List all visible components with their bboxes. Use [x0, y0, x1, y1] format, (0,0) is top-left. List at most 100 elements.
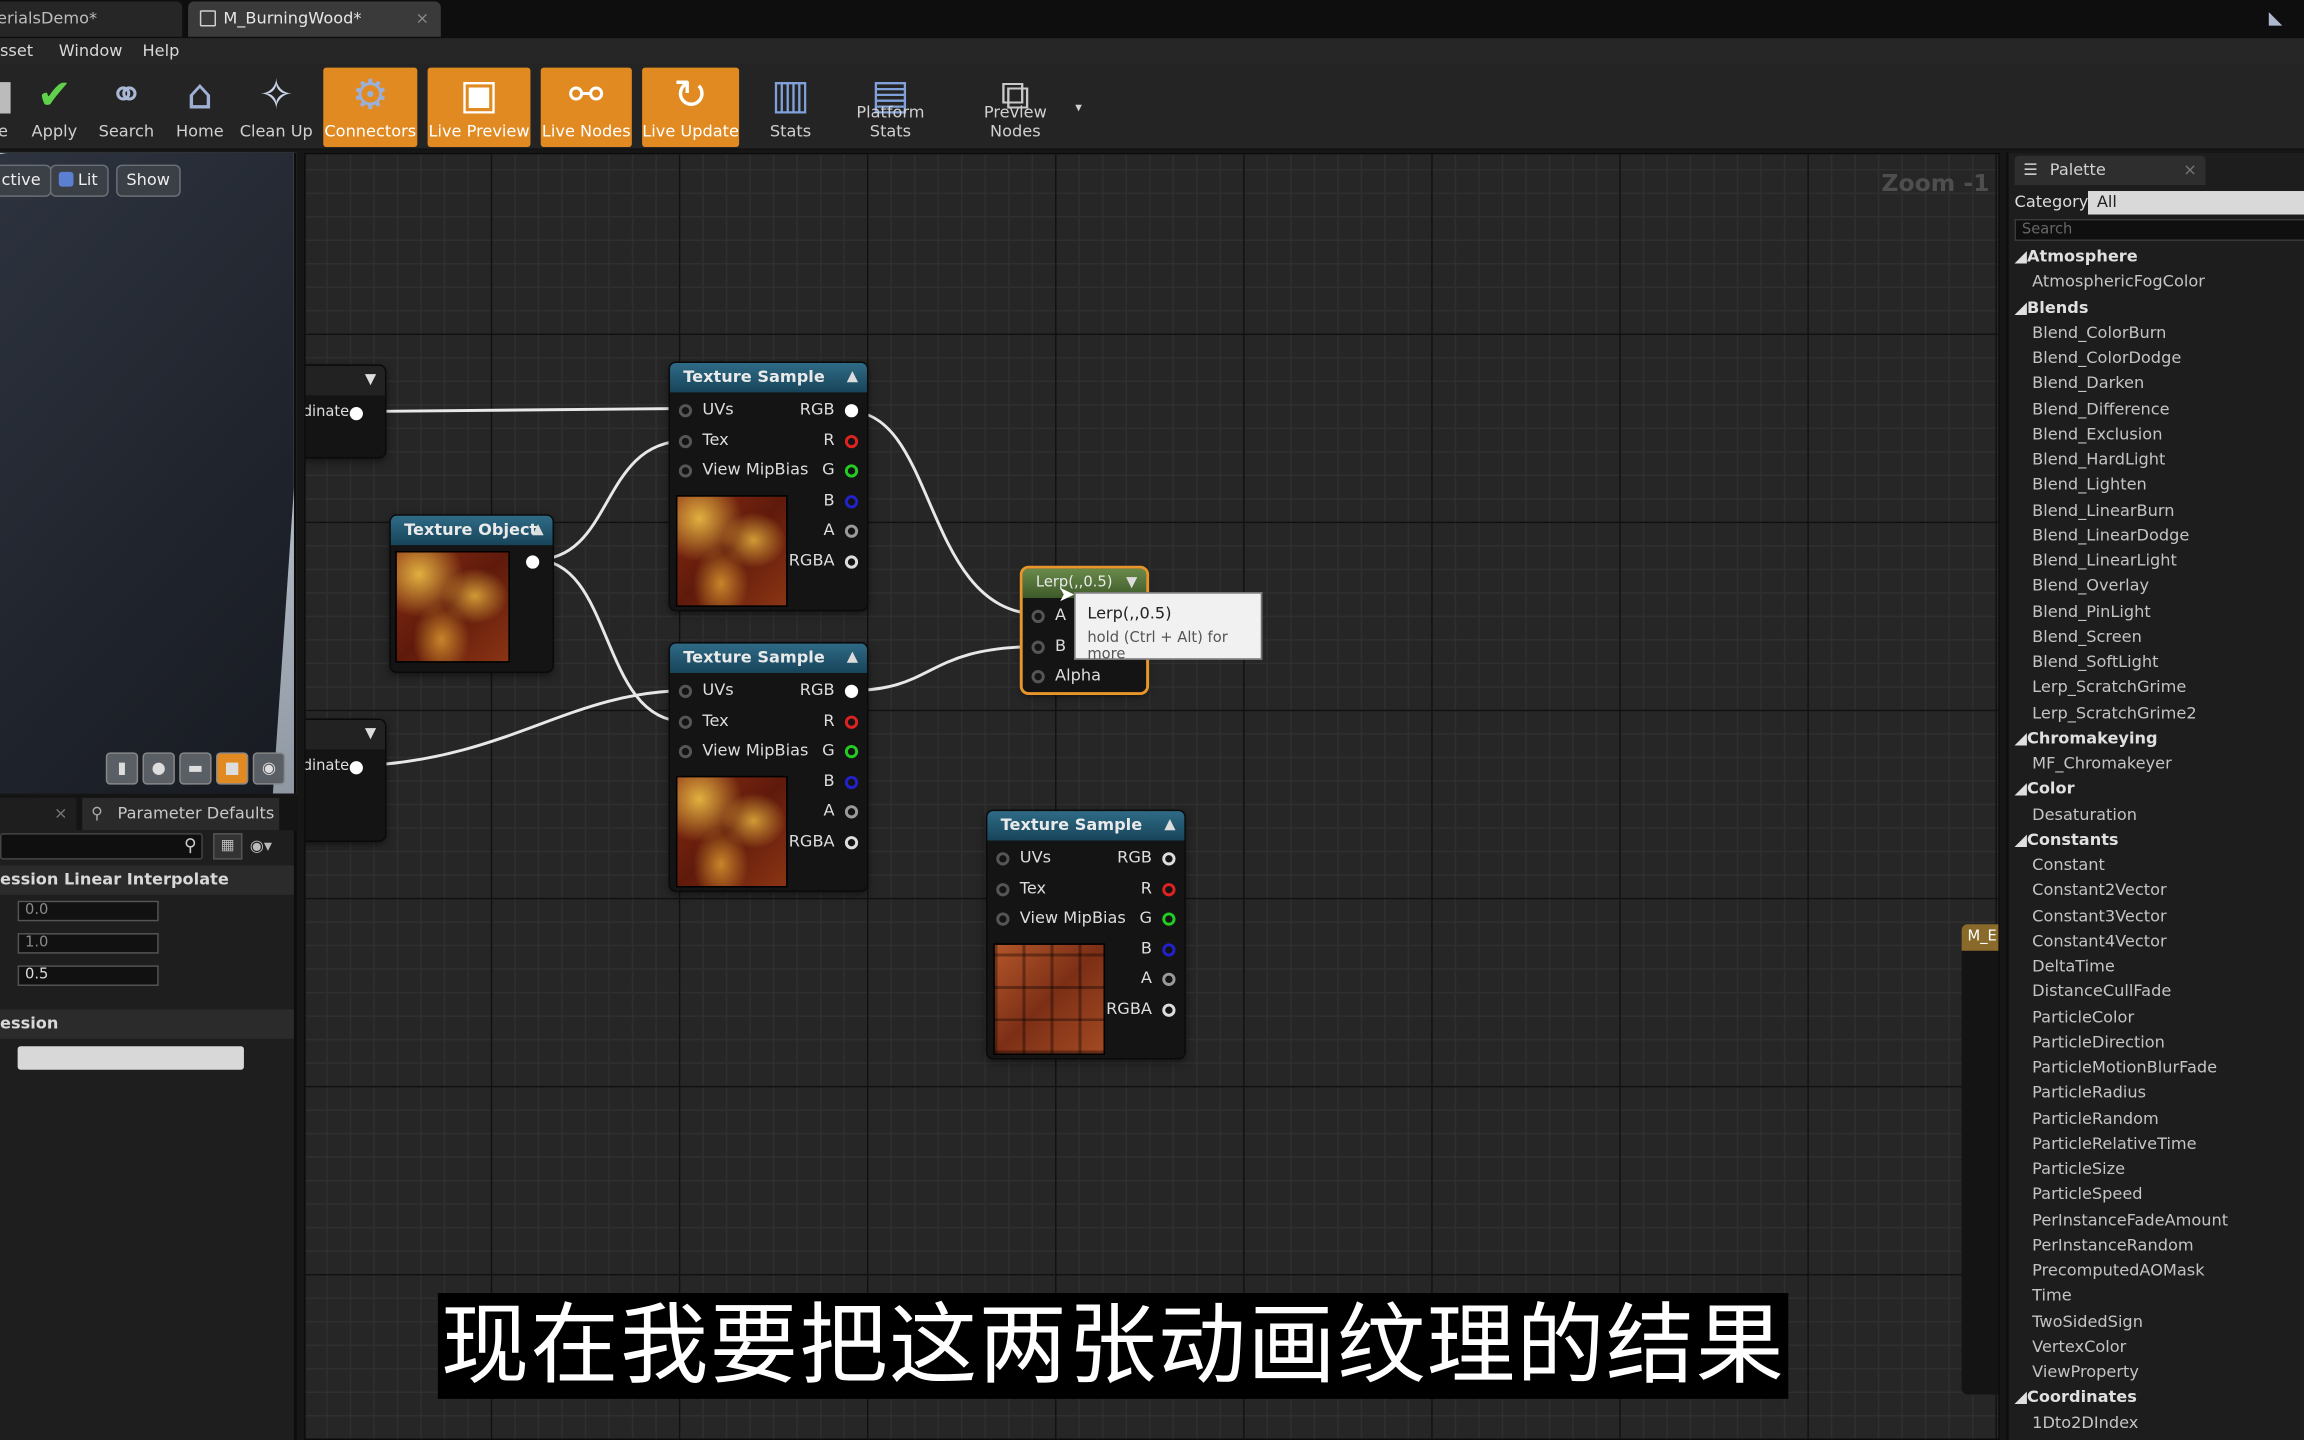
palette-item[interactable]: Blend_Screen — [2032, 627, 2142, 646]
tab-details[interactable]: × — [0, 797, 77, 831]
section-expression[interactable]: ession — [0, 1009, 294, 1039]
menu-window[interactable]: Window — [59, 38, 123, 64]
pin-r[interactable]: R — [1102, 879, 1176, 900]
palette-item[interactable]: Blend_ColorDodge — [2032, 348, 2181, 367]
palette-item[interactable]: 1Dto2DIndex — [2032, 1413, 2138, 1432]
preview-viewport[interactable]: ctive Lit Show ▮ ● ▬ ■ ◉ — [0, 152, 297, 794]
pin-rgba[interactable]: RGBA — [1102, 999, 1176, 1020]
texture-sample-node-2[interactable]: Texture Sample ▲ UVs Tex View MipBias RGB… — [670, 643, 867, 891]
palette-item[interactable]: Blend_LinearBurn — [2032, 500, 2174, 519]
pin-rgb[interactable]: RGB — [785, 680, 859, 701]
pin-b[interactable]: B — [785, 491, 859, 512]
palette-item[interactable]: Blend_Lighten — [2032, 475, 2147, 494]
texcoord-node-1[interactable]: ▼ dinate — [305, 365, 385, 457]
palette-item[interactable]: Lerp_ScratchGrime2 — [2032, 703, 2196, 722]
palette-item[interactable]: ViewProperty — [2032, 1362, 2139, 1381]
pin-r[interactable]: R — [785, 431, 859, 452]
palette-search-input[interactable]: Search — [2014, 218, 2304, 241]
texture-sample-node-1[interactable]: Texture Sample ▲ UVs Tex View MipBias RGB… — [670, 362, 867, 610]
view-list-icon[interactable]: ▦ — [213, 833, 243, 860]
pin-a[interactable]: A — [1102, 968, 1176, 989]
collapse-icon[interactable]: ▲ — [847, 363, 858, 392]
tab-m-burningwood[interactable]: M_BurningWood* × — [188, 1, 441, 37]
details-search-input[interactable]: ⚲ — [0, 833, 203, 860]
connectors-button[interactable]: ⚙ Connectors — [323, 67, 418, 147]
palette-item[interactable]: DeltaTime — [2032, 957, 2115, 976]
palette-category-chromakeying[interactable]: ◢Chromakeying — [2015, 728, 2158, 747]
live-update-button[interactable]: ↻ Live Update — [642, 67, 740, 147]
pin-rgb[interactable]: RGB — [1102, 848, 1176, 869]
pin-g[interactable]: G — [785, 460, 859, 481]
pin-r[interactable]: R — [785, 711, 859, 732]
palette-item[interactable]: ParticleMotionBlurFade — [2032, 1058, 2217, 1077]
palette-item[interactable]: ParticleRelativeTime — [2032, 1134, 2196, 1153]
palette-item[interactable]: Blend_Overlay — [2032, 576, 2149, 595]
palette-category-coordinates[interactable]: ◢Coordinates — [2015, 1387, 2137, 1406]
tab-parameter-defaults[interactable]: ⚲ Parameter Defaults — [82, 797, 280, 831]
collapse-icon[interactable]: ▲ — [532, 516, 543, 545]
palette-item[interactable]: ParticleSpeed — [2032, 1185, 2142, 1204]
material-graph[interactable]: Zoom -1 ▼ dinate ▼ dinate Texture Object… — [304, 152, 2000, 1440]
pin-b[interactable]: B — [785, 771, 859, 792]
palette-item[interactable]: Constant — [2032, 855, 2105, 874]
lerp-pin-alpha[interactable]: Alpha — [1031, 666, 1120, 687]
platform-stats-button[interactable]: ▤ Platform Stats — [835, 68, 947, 147]
pin-uvs[interactable]: UVs — [678, 400, 797, 421]
palette-category-blends[interactable]: ◢Blends — [2015, 298, 2089, 317]
eye-visibility-icon[interactable]: ◉▾ — [250, 833, 291, 859]
collapse-icon[interactable]: ▲ — [1164, 811, 1175, 840]
close-icon[interactable]: × — [2183, 156, 2197, 185]
live-preview-button[interactable]: ▣ Live Preview — [427, 67, 531, 147]
palette-item[interactable]: ParticleColor — [2032, 1007, 2134, 1026]
pin-tex[interactable]: Tex — [996, 879, 1114, 900]
palette-item[interactable]: Blend_Darken — [2032, 374, 2144, 393]
menu-help[interactable]: Help — [143, 38, 180, 64]
palette-item[interactable]: MF_Chromakeyer — [2032, 754, 2172, 773]
section-linear-interpolate[interactable]: ession Linear Interpolate — [0, 865, 294, 895]
pin-rgb[interactable]: RGB — [785, 400, 859, 421]
palette-item[interactable]: ParticleDirection — [2032, 1033, 2165, 1052]
live-nodes-button[interactable]: ⚯ Live Nodes — [540, 67, 632, 147]
palette-item[interactable]: Blend_ColorBurn — [2032, 323, 2166, 342]
palette-item[interactable]: Blend_HardLight — [2032, 450, 2165, 469]
palette-item[interactable]: AtmosphericFogColor — [2032, 272, 2205, 291]
close-icon[interactable]: × — [54, 798, 68, 830]
palette-item[interactable]: Constant3Vector — [2032, 906, 2166, 925]
palette-item[interactable]: PerInstanceFadeAmount — [2032, 1210, 2228, 1229]
palette-item[interactable]: PrecomputedAOMask — [2032, 1261, 2204, 1280]
palette-category-constants[interactable]: ◢Constants — [2015, 830, 2119, 849]
pin-b[interactable]: B — [1102, 939, 1176, 960]
pin-g[interactable]: G — [785, 741, 859, 762]
preview-nodes-button[interactable]: ⧉ Preview Nodes — [958, 68, 1073, 147]
palette-category-color[interactable]: ◢Color — [2015, 779, 2075, 798]
collapse-icon[interactable]: ▲ — [847, 644, 858, 673]
plane-mesh-icon[interactable]: ▬ — [179, 752, 212, 785]
palette-item[interactable]: PerInstanceRandom — [2032, 1235, 2193, 1254]
clean-up-button[interactable]: ✧ Clean Up — [240, 68, 313, 147]
apply-button[interactable]: ✔ Apply — [25, 68, 84, 147]
output-pin[interactable]: dinate — [306, 403, 363, 424]
palette-item[interactable]: TwoSidedSign — [2032, 1311, 2143, 1330]
pin-g[interactable]: G — [1102, 908, 1176, 929]
cube-mesh-icon[interactable]: ■ — [216, 752, 249, 785]
menu-asset[interactable]: sset — [0, 38, 33, 64]
teapot-mesh-icon[interactable]: ◉ — [252, 752, 286, 785]
show-button[interactable]: Show — [116, 164, 181, 197]
desc-text-field[interactable] — [17, 1046, 244, 1070]
pin-tex[interactable]: Tex — [678, 431, 797, 452]
home-button[interactable]: ⌂ Home — [170, 68, 229, 147]
palette-item[interactable]: Blend_Difference — [2032, 399, 2169, 418]
close-tab-icon[interactable]: × — [416, 1, 430, 36]
search-button[interactable]: ⚭ Search — [94, 68, 159, 147]
lit-button[interactable]: Lit — [49, 164, 109, 197]
palette-item[interactable]: ParticleRandom — [2032, 1109, 2159, 1128]
texture-object-node[interactable]: Texture Object ▲ — [390, 515, 553, 672]
pin-uvs[interactable]: UVs — [678, 680, 797, 701]
cylinder-mesh-icon[interactable]: ▮ — [105, 752, 139, 785]
tab-materials-demo[interactable]: erialsDemo* — [0, 1, 183, 37]
pin-a[interactable]: A — [785, 801, 859, 822]
tab-palette[interactable]: ☰ Palette × — [2014, 155, 2206, 186]
pin-a[interactable]: A — [785, 520, 859, 541]
const-a-field[interactable]: 0.0 — [17, 900, 159, 922]
texture-sample-node-3[interactable]: Texture Sample ▲ UVs Tex View MipBias RGB… — [987, 811, 1185, 1058]
